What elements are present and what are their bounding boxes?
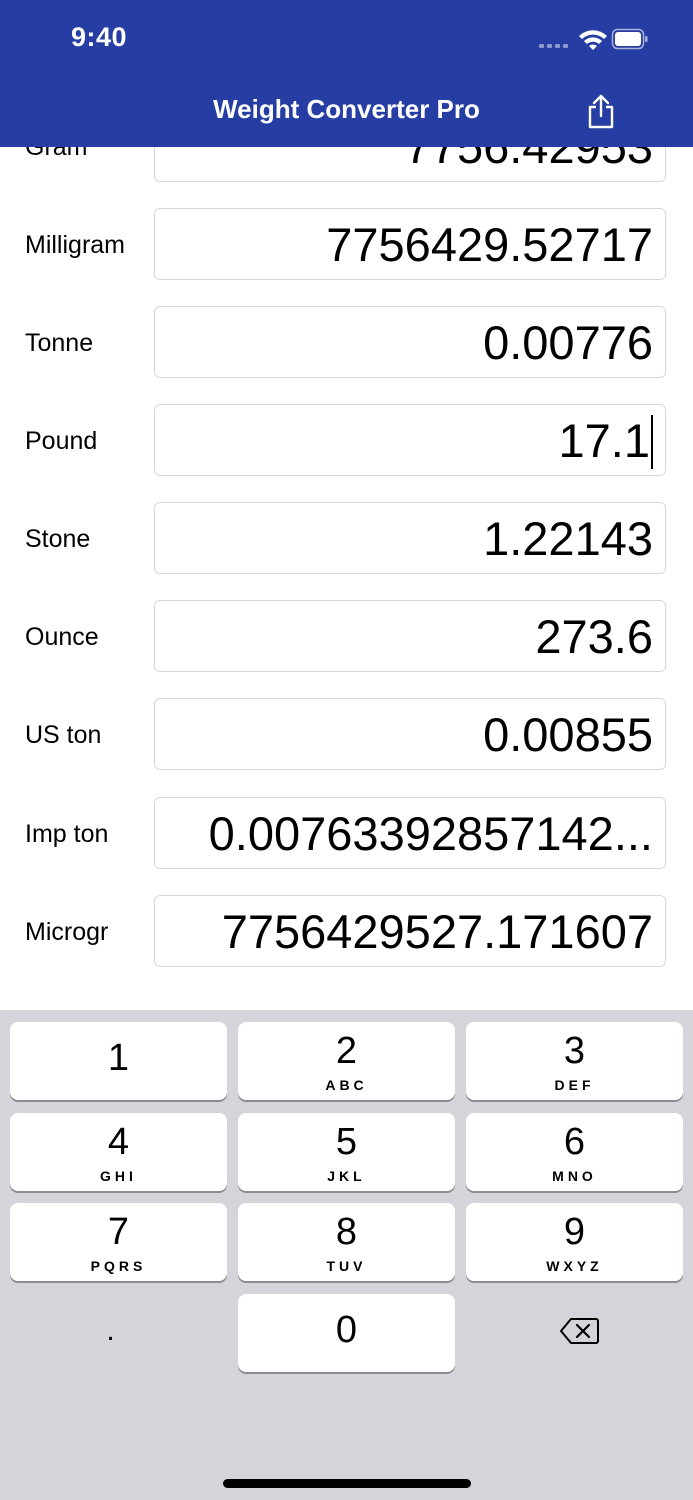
key-1[interactable]: 1 <box>10 1022 227 1100</box>
home-indicator[interactable] <box>223 1479 471 1488</box>
unit-label: Ounce <box>25 623 99 651</box>
unit-value-field[interactable]: 0.00763392857142... <box>154 797 666 869</box>
unit-row-us-ton: US ton 0.00855 <box>0 698 693 772</box>
key-digit: 8 <box>335 1211 358 1253</box>
key-digit: . <box>106 1314 115 1347</box>
navigation-bar: 9:40 Weight Converter Pro <box>0 0 693 147</box>
unit-value: 0.00763392857142... <box>208 807 653 860</box>
unit-value: 17.1 <box>559 405 653 477</box>
key-digit: 9 <box>563 1211 586 1253</box>
key-8[interactable]: 8 TUV <box>238 1203 455 1281</box>
unit-row-stone: Stone 1.22143 <box>0 502 693 576</box>
unit-value-field[interactable]: 7756.42953 <box>154 147 666 182</box>
key-digit: 1 <box>107 1037 130 1079</box>
key-digit: 3 <box>563 1030 586 1072</box>
cellular-signal-icon <box>539 44 568 48</box>
key-4[interactable]: 4 GHI <box>10 1113 227 1191</box>
key-letters: TUV <box>326 1258 367 1274</box>
unit-label: Milligram <box>25 231 125 259</box>
battery-icon <box>611 28 648 50</box>
unit-value: 7756429.52717 <box>326 218 653 271</box>
backspace-icon <box>560 1318 599 1344</box>
unit-label: Microgr <box>25 918 109 946</box>
unit-value: 7756429527.171607 <box>221 905 653 958</box>
wifi-icon <box>579 30 607 50</box>
key-letters: ABC <box>325 1077 368 1093</box>
key-letters: MNO <box>552 1168 597 1184</box>
key-digit: 7 <box>107 1211 130 1253</box>
key-letters: WXYZ <box>546 1258 603 1274</box>
key-3[interactable]: 3 DEF <box>466 1022 683 1100</box>
unit-value-text: 17.1 <box>558 414 650 467</box>
unit-value: 7756.42953 <box>405 147 653 183</box>
key-decimal-point[interactable]: . <box>2 1294 219 1372</box>
unit-row-tonne: Tonne 0.00776 <box>0 306 693 380</box>
unit-label: Gram <box>25 147 88 161</box>
unit-value-field[interactable]: 1.22143 <box>154 502 666 574</box>
unit-row-ounce: Ounce 273.6 <box>0 600 693 674</box>
unit-label: Imp ton <box>25 820 109 848</box>
delete-key[interactable] <box>466 1294 683 1372</box>
share-icon[interactable] <box>586 94 616 130</box>
key-2[interactable]: 2 ABC <box>238 1022 455 1100</box>
unit-value: 0.00855 <box>483 708 653 761</box>
unit-value: 1.22143 <box>483 512 653 565</box>
converter-list[interactable]: Gram 7756.42953 Milligram 7756429.52717 … <box>0 147 693 1010</box>
key-0[interactable]: 0 <box>238 1294 455 1372</box>
key-letters: DEF <box>554 1077 595 1093</box>
unit-row-milligram: Milligram 7756429.52717 <box>0 208 693 282</box>
unit-value-field[interactable]: 7756429.52717 <box>154 208 666 280</box>
unit-value: 273.6 <box>535 610 653 663</box>
numeric-keypad: 1 2 ABC 3 DEF 4 GHI 5 JKL 6 MNO 7 PQRS 8 TUV 9 W… <box>0 1010 693 1500</box>
unit-row-gram: Gram 7756.42953 <box>0 147 693 184</box>
unit-value-field-focused[interactable]: 17.1 <box>154 404 666 476</box>
status-icons <box>539 28 648 50</box>
unit-value-field[interactable]: 0.00776 <box>154 306 666 378</box>
key-digit: 4 <box>107 1121 130 1163</box>
unit-label: Pound <box>25 427 98 455</box>
key-letters: JKL <box>327 1168 366 1184</box>
unit-row-imp-ton: Imp ton 0.00763392857142... <box>0 797 693 871</box>
key-digit: 0 <box>335 1309 358 1351</box>
unit-label: Stone <box>25 525 91 553</box>
unit-value-field[interactable]: 273.6 <box>154 600 666 672</box>
status-time: 9:40 <box>71 22 128 52</box>
key-digit: 6 <box>563 1121 586 1163</box>
text-caret <box>651 414 653 469</box>
unit-row-pound: Pound 17.1 <box>0 404 693 478</box>
unit-value-field[interactable]: 7756429527.171607 <box>154 895 666 967</box>
key-5[interactable]: 5 JKL <box>238 1113 455 1191</box>
key-6[interactable]: 6 MNO <box>466 1113 683 1191</box>
unit-row-microgram: Microgr 7756429527.171607 <box>0 895 693 969</box>
key-7[interactable]: 7 PQRS <box>10 1203 227 1281</box>
unit-value-field[interactable]: 0.00855 <box>154 698 666 770</box>
key-digit: 2 <box>335 1030 358 1072</box>
key-digit: 5 <box>335 1121 358 1163</box>
unit-label: US ton <box>25 721 102 749</box>
unit-label: Tonne <box>25 329 94 357</box>
key-letters: GHI <box>100 1168 137 1184</box>
key-letters: PQRS <box>90 1258 147 1274</box>
unit-value: 0.00776 <box>483 316 653 369</box>
key-9[interactable]: 9 WXYZ <box>466 1203 683 1281</box>
